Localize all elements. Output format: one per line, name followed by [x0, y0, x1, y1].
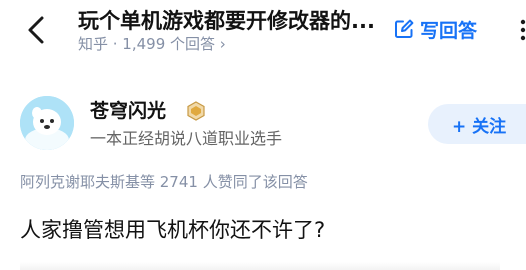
author-badge [186, 101, 206, 121]
back-button[interactable] [22, 12, 52, 48]
more-icon [520, 19, 526, 41]
write-answer-button[interactable]: 写回答 [394, 14, 477, 44]
next-paragraph-fragment [20, 262, 500, 270]
author-avatar[interactable] [20, 96, 74, 150]
edit-icon [395, 19, 414, 38]
top-bar: 玩个单机游戏都要开修改器的... 知乎 · 1,499 个回答 › 写回答 [0, 0, 526, 76]
author-name[interactable]: 苍穹闪光 [90, 98, 166, 124]
question-title[interactable]: 玩个单机游戏都要开修改器的... [78, 6, 378, 36]
voters-summary[interactable]: 阿列克谢耶夫斯基等 2741 人赞同了该回答 [20, 172, 308, 192]
write-answer-label: 写回答 [420, 19, 478, 42]
zhihu-answer-page: 玩个单机游戏都要开修改器的... 知乎 · 1,499 个回答 › 写回答 苍穹… [0, 0, 526, 270]
answer-content: 人家撸管想用飞机杯你还不许了? [20, 218, 326, 242]
more-button[interactable] [511, 12, 526, 48]
author-bio: 一本正经胡说八道职业选手 [90, 129, 283, 148]
chevron-left-icon [28, 16, 44, 44]
verified-badge-icon [187, 101, 205, 121]
question-meta[interactable]: 知乎 · 1,499 个回答 › [78, 34, 226, 54]
avatar-image [20, 96, 74, 150]
follow-button[interactable]: + 关注 [428, 104, 526, 144]
